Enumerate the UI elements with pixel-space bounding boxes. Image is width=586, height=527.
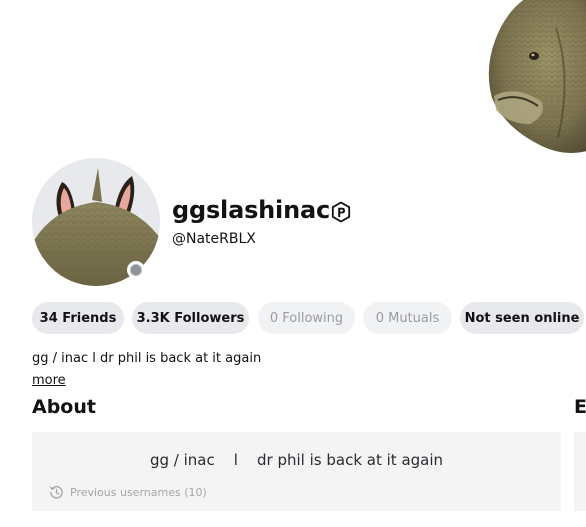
about-card: gg / inac l dr phil is back at it again … (32, 432, 561, 511)
history-icon (49, 486, 63, 499)
followers-count-button[interactable]: 3.3K Followers (132, 302, 249, 334)
bio-text: gg / inac l dr phil is back at it again (32, 351, 262, 366)
right-panel-card (574, 432, 586, 511)
friends-count-button[interactable]: 34 Friends (32, 302, 124, 334)
about-heading: About (32, 396, 96, 418)
fish-banner-image (488, 0, 586, 153)
premium-icon (331, 201, 351, 223)
display-name: ggslashinac (172, 196, 330, 224)
username: @NateRBLX (172, 231, 256, 247)
bio-more-link[interactable]: more (32, 373, 66, 388)
previous-usernames-label: Previous usernames (10) (70, 486, 207, 499)
profile-page: ggslashinac @NateRBLX 34 Friends 3.3K Fo… (0, 0, 586, 527)
offline-status-dot (127, 261, 145, 279)
online-status-badge: Not seen online (460, 302, 584, 334)
following-count-button[interactable]: 0 Following (258, 302, 355, 334)
about-description: gg / inac l dr phil is back at it again (149, 451, 444, 469)
mutuals-count-button[interactable]: 0 Mutuals (363, 302, 452, 334)
right-panel-heading: E (574, 396, 586, 418)
previous-usernames-button[interactable]: Previous usernames (10) (49, 485, 207, 500)
